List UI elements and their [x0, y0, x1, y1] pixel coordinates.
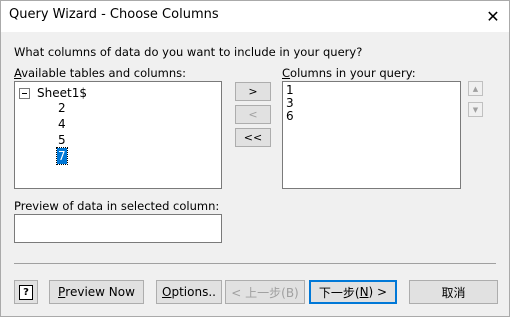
available-columns-label-rest: vailable tables and columns:	[21, 66, 186, 80]
list-item[interactable]: 6	[286, 110, 294, 123]
preview-now-label: review Now	[65, 285, 135, 299]
prompt-text: What columns of data do you want to incl…	[14, 45, 363, 59]
help-icon: ?	[19, 284, 33, 300]
preview-label: Preview of data in selected column:	[14, 199, 220, 213]
query-columns-list[interactable]: 1 3 6	[282, 81, 461, 189]
query-columns-label-rest: olumns in your query:	[290, 66, 416, 80]
remove-column-button[interactable]: <	[235, 105, 271, 124]
move-down-icon[interactable]: ▼	[468, 102, 483, 117]
next-accel: N	[359, 285, 369, 299]
add-column-button[interactable]: >	[235, 82, 271, 101]
query-columns-label-accel: C	[282, 66, 291, 80]
preview-now-accel: P	[58, 285, 66, 299]
query-wizard-dialog: Query Wizard - Choose Columns ✕ What col…	[0, 0, 510, 317]
preview-field	[14, 214, 222, 243]
footer-separator	[14, 263, 496, 264]
window-title: Query Wizard - Choose Columns	[9, 7, 219, 22]
remove-all-columns-button[interactable]: <<	[235, 128, 271, 147]
preview-now-button[interactable]: Preview Now	[49, 280, 144, 304]
available-columns-label: Available tables and columns:	[14, 66, 186, 80]
back-button[interactable]: < 上一步(B)	[225, 280, 305, 304]
available-columns-tree[interactable]: Sheet1$ 2 4 5 7	[14, 81, 222, 189]
help-button[interactable]: ?	[14, 280, 38, 304]
next-label-pre: 下一步(	[318, 285, 360, 300]
tree-item-column-selected[interactable]: 7	[56, 147, 68, 165]
options-label: ptions..	[171, 285, 216, 299]
tree-item-column[interactable]: 5	[57, 132, 67, 148]
options-button[interactable]: Options..	[156, 280, 222, 304]
move-up-icon[interactable]: ▲	[468, 81, 483, 96]
tree-node-sheet-label: Sheet1$	[37, 86, 87, 100]
collapse-icon[interactable]	[19, 87, 30, 99]
tree-node-sheet[interactable]: Sheet1$	[19, 85, 87, 101]
options-accel: O	[162, 285, 172, 299]
next-label-post: ) >	[368, 285, 388, 299]
tree-item-column[interactable]: 4	[57, 116, 67, 132]
next-button[interactable]: 下一步(N) >	[309, 280, 397, 304]
tree-item-column[interactable]: 2	[57, 100, 67, 116]
cancel-button[interactable]: 取消	[409, 280, 498, 304]
query-columns-label: Columns in your query:	[282, 66, 416, 80]
title-bar: Query Wizard - Choose Columns ✕	[1, 1, 509, 32]
close-icon[interactable]: ✕	[477, 1, 509, 31]
